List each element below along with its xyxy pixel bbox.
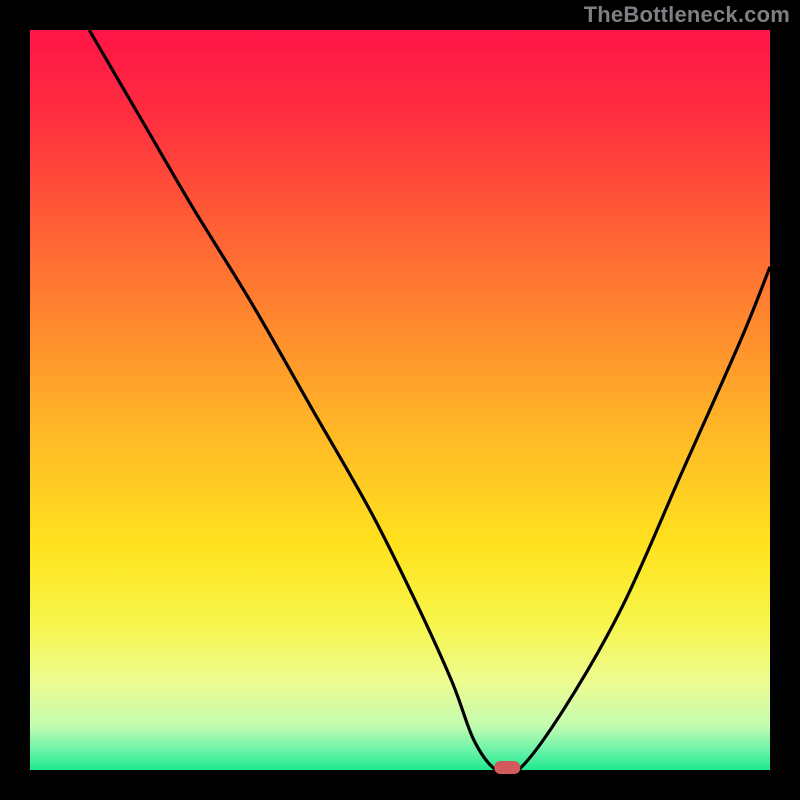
plot-background	[30, 30, 770, 770]
optimal-marker	[494, 761, 520, 774]
bottleneck-chart	[0, 0, 800, 800]
attribution-label: TheBottleneck.com	[584, 2, 790, 28]
chart-frame: TheBottleneck.com	[0, 0, 800, 800]
